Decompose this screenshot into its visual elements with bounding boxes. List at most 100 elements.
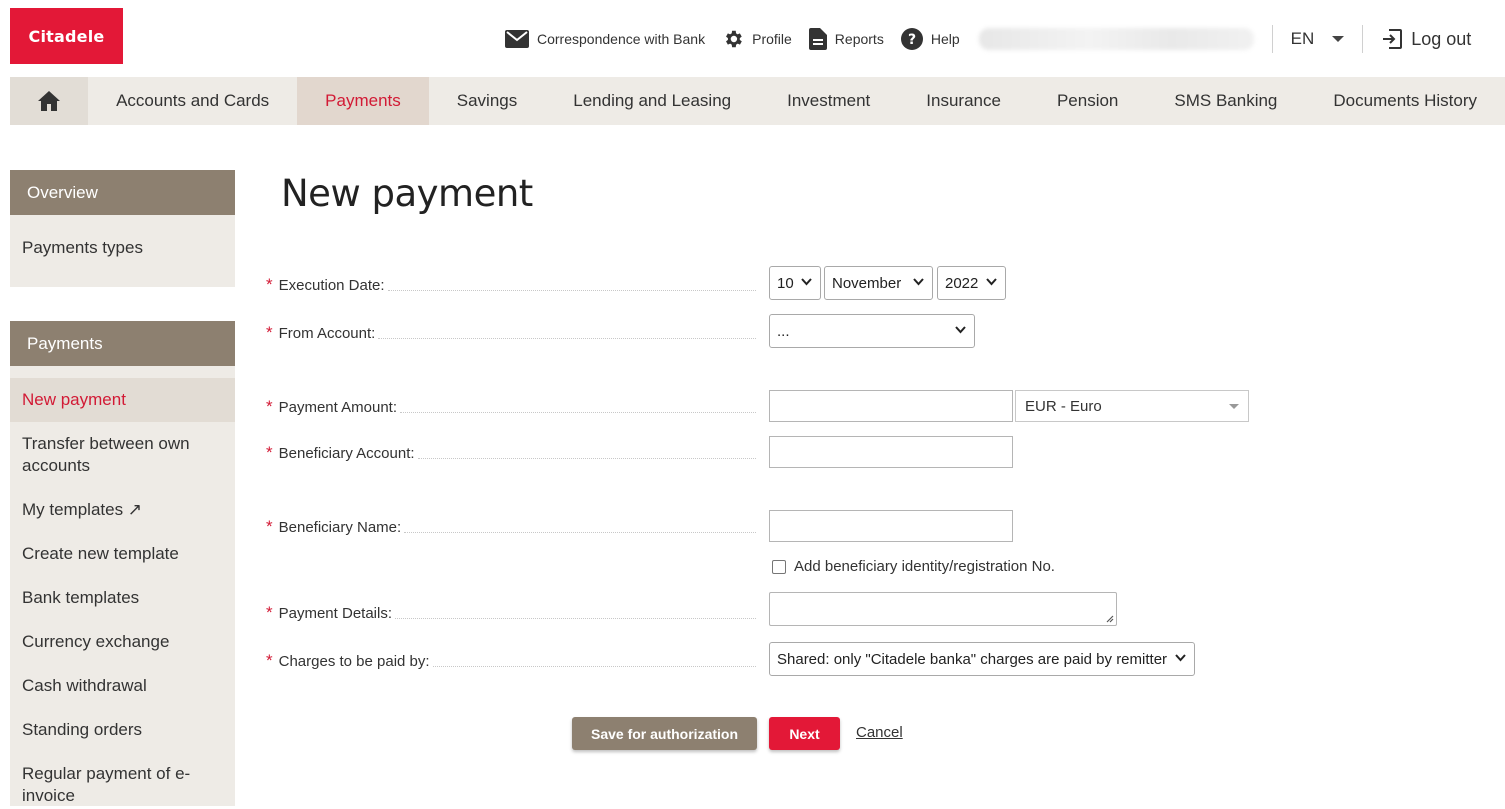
nav-accounts-and-cards[interactable]: Accounts and Cards [88,77,297,125]
help-link-label: Help [930,31,960,47]
beneficiary-name-input[interactable] [769,510,1013,542]
add-identity-label[interactable]: Add beneficiary identity/registration No… [794,558,1055,575]
sidebar-item-payments-types[interactable]: Payments types [10,227,235,269]
sidebar-heading-payments[interactable]: Payments [10,321,235,366]
execution-date-label: Execution Date: [278,277,385,294]
nav-insurance[interactable]: Insurance [898,77,1029,125]
payment-amount-input[interactable] [769,390,1013,422]
sidebar-item-transfer-own-accounts[interactable]: Transfer between own accounts [10,422,235,488]
execution-day-value: 10 [777,274,794,292]
execution-year-value: 2022 [945,274,979,292]
nav-documents-history[interactable]: Documents History [1305,77,1505,125]
document-icon [808,28,827,50]
row-beneficiary-account: * Beneficiary Account: [266,443,756,462]
citadele-logo[interactable]: Citadele [10,8,123,64]
dotted-leader [404,532,756,533]
beneficiary-name-label: Beneficiary Name: [278,519,402,536]
required-marker: * [266,603,273,622]
envelope-icon [505,30,529,48]
svg-text:?: ? [908,32,916,48]
required-marker: * [266,275,273,294]
correspondence-link[interactable]: Correspondence with Bank [505,30,705,48]
sidebar-item-standing-orders[interactable]: Standing orders [10,708,235,752]
payment-amount-label: Payment Amount: [278,399,398,416]
cancel-link[interactable]: Cancel [856,724,903,741]
chevron-down-icon [986,278,997,286]
chevron-down-icon [1175,654,1186,662]
sidebar: Overview Payments types Payments New pay… [10,170,235,806]
row-payment-details: * Payment Details: [266,603,756,622]
sidebar-overview-group: Payments types [10,215,235,287]
execution-day-select[interactable]: 10 [769,266,821,300]
user-selector-redacted[interactable] [978,28,1254,50]
row-from-account: * From Account: [266,323,756,342]
nav-investment[interactable]: Investment [759,77,898,125]
correspondence-link-label: Correspondence with Bank [537,31,706,47]
sidebar-item-regular-e-invoice[interactable]: Regular payment of e-invoice [10,752,235,809]
help-link[interactable]: ? Help [900,28,960,50]
nav-home[interactable] [10,77,89,125]
main-navigation: Accounts and Cards Payments Savings Lend… [10,77,1505,125]
language-selector[interactable]: EN [1273,29,1363,49]
nav-savings[interactable]: Savings [429,77,545,125]
charges-select[interactable]: Shared: only "Citadele banka" charges ar… [769,642,1195,676]
currency-value: EUR - Euro [1025,397,1102,415]
language-label: EN [1290,29,1315,48]
beneficiary-account-label: Beneficiary Account: [278,445,415,462]
triangle-down-icon [1229,404,1239,409]
row-beneficiary-name: * Beneficiary Name: [266,518,756,536]
sidebar-item-create-template[interactable]: Create new template [10,532,235,576]
payment-details-label: Payment Details: [278,605,393,622]
dotted-leader [387,290,756,291]
nav-sms-banking[interactable]: SMS Banking [1146,77,1305,125]
profile-link[interactable]: Profile [722,28,792,50]
required-marker: * [266,397,273,416]
dotted-leader [378,338,756,339]
required-marker: * [266,651,273,670]
nav-payments[interactable]: Payments [297,77,429,125]
sidebar-item-currency-exchange[interactable]: Currency exchange [10,620,235,664]
sidebar-item-my-templates[interactable]: My templates ↗ [10,488,235,532]
beneficiary-account-input[interactable] [769,436,1013,468]
sidebar-item-new-payment[interactable]: New payment [10,378,235,422]
dotted-leader [417,458,756,459]
resize-grip-icon[interactable] [1104,613,1114,623]
charges-label: Charges to be paid by: [278,653,430,670]
required-marker: * [266,323,273,342]
execution-month-select[interactable]: November [824,266,933,300]
next-button[interactable]: Next [769,717,840,750]
nav-lending-and-leasing[interactable]: Lending and Leasing [545,77,759,125]
row-execution-date: * Execution Date: [266,275,756,294]
sidebar-heading-overview[interactable]: Overview [10,170,235,215]
dotted-leader [400,412,756,413]
execution-year-select[interactable]: 2022 [937,266,1006,300]
profile-link-label: Profile [752,31,792,47]
row-payment-amount: * Payment Amount: [266,397,756,416]
caret-down-icon [1332,36,1345,42]
dotted-leader [395,618,756,619]
nav-pension[interactable]: Pension [1029,77,1146,125]
add-identity-checkbox[interactable] [772,560,786,574]
payment-details-textarea[interactable] [769,592,1117,626]
required-marker: * [266,443,273,462]
reports-link[interactable]: Reports [808,28,884,50]
sidebar-payments-group: New payment Transfer between own account… [10,366,235,806]
dotted-leader [432,666,756,667]
chevron-down-icon [955,326,966,334]
logout-button[interactable]: Log out [1363,28,1471,50]
chevron-down-icon [801,278,812,286]
sidebar-item-cash-withdrawal[interactable]: Cash withdrawal [10,664,235,708]
from-account-value: ... [777,322,790,340]
home-icon [38,91,61,111]
logout-icon [1383,29,1403,49]
from-account-select[interactable]: ... [769,314,975,348]
from-account-label: From Account: [278,325,376,342]
execution-month-value: November [832,274,902,292]
sidebar-item-bank-templates[interactable]: Bank templates [10,576,235,620]
currency-select[interactable]: EUR - Euro [1015,390,1249,422]
save-for-authorization-button[interactable]: Save for authorization [572,717,757,750]
row-charges: * Charges to be paid by: [266,651,756,670]
top-utility-bar: Correspondence with Bank Profile Reports… [505,24,1471,54]
page-title: New payment [281,172,533,215]
